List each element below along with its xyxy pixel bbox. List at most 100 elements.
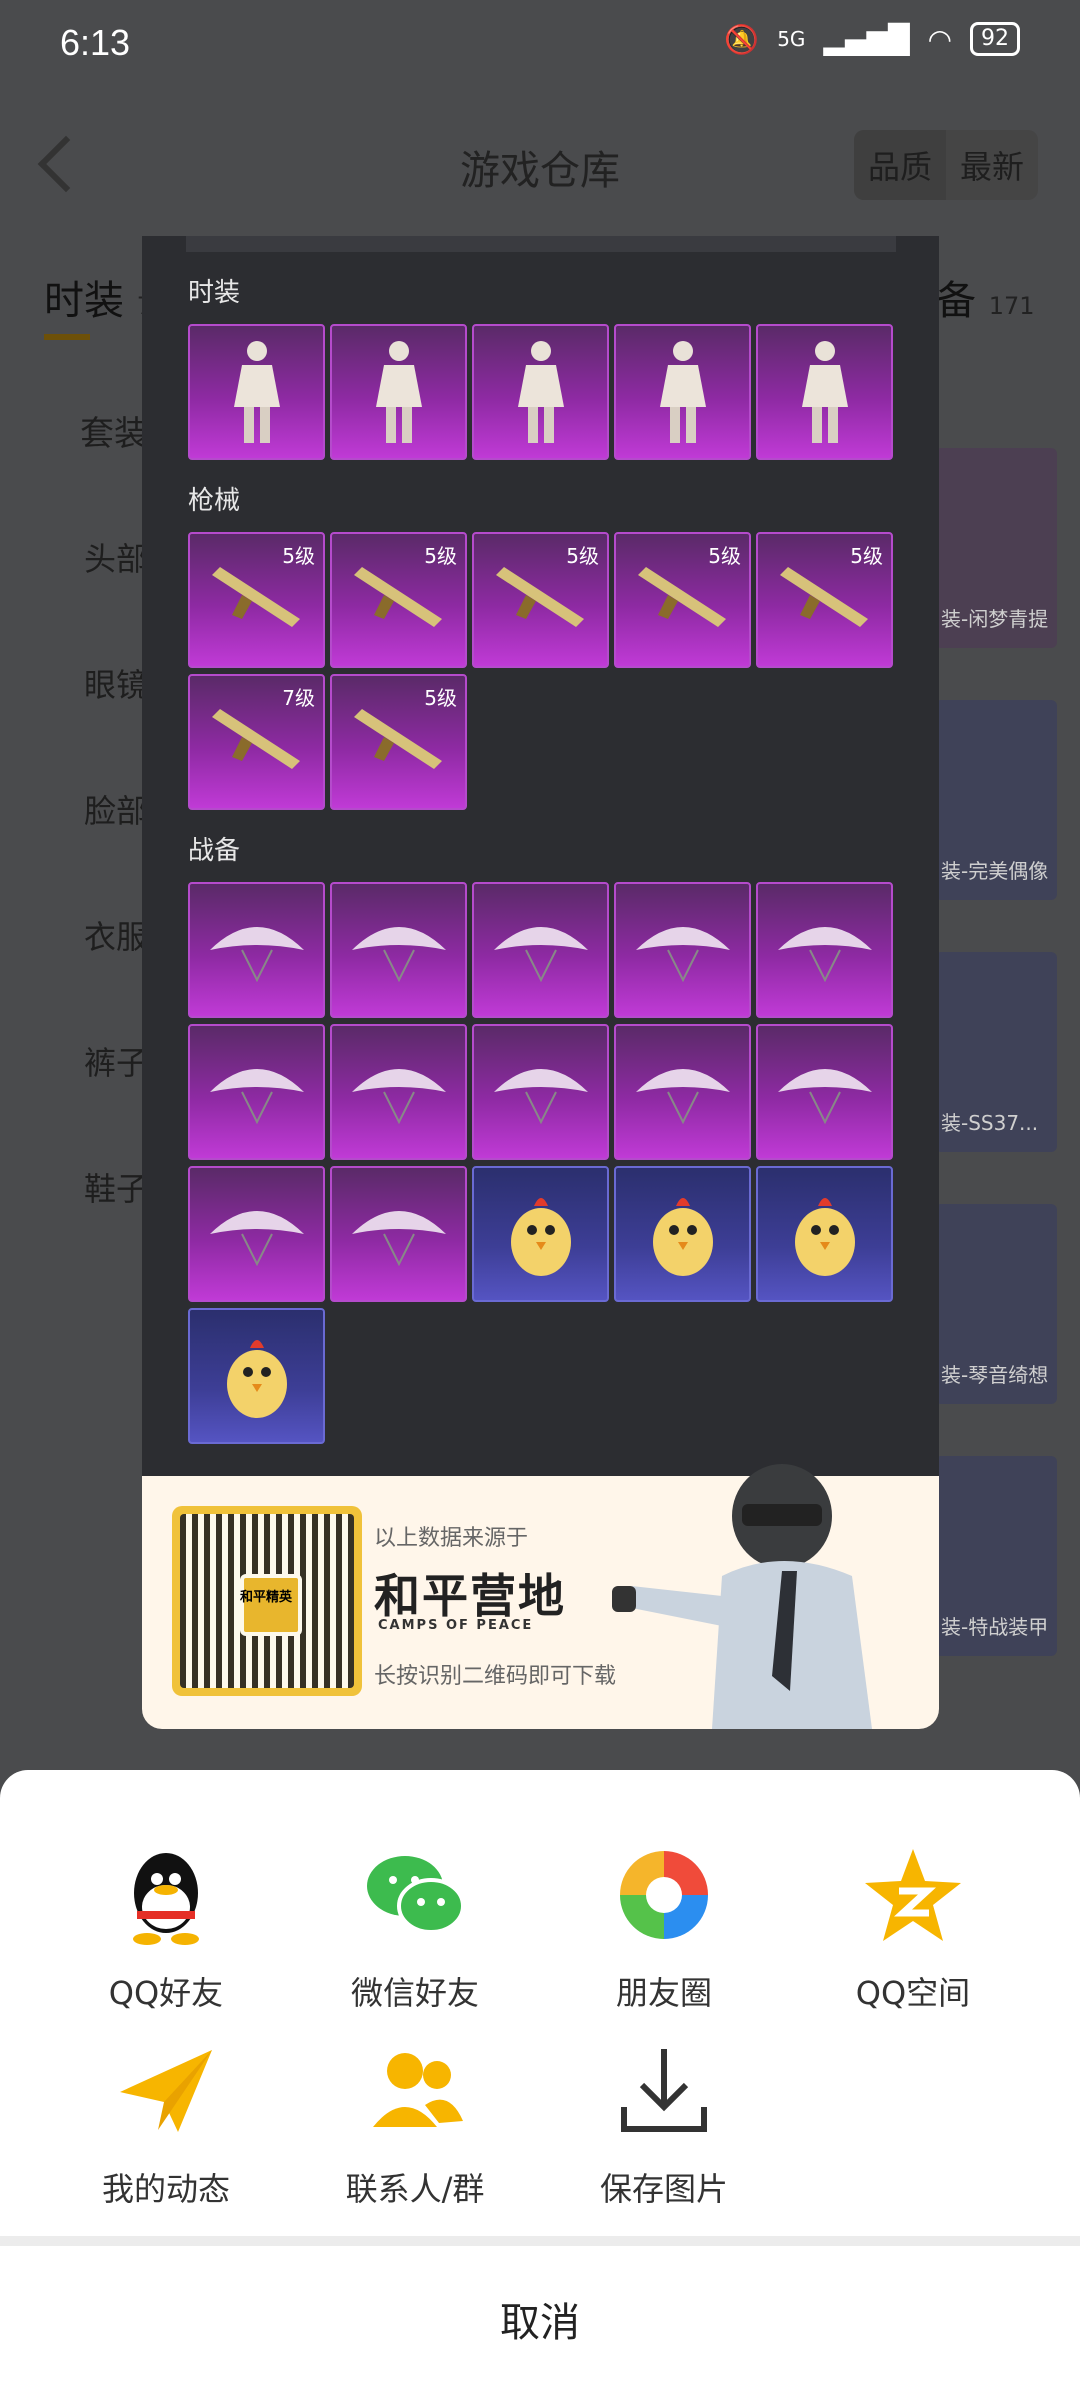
item-art: [616, 1026, 749, 1158]
moments-icon: [609, 1840, 719, 1950]
item-tile-pet-chicken-armor[interactable]: [472, 1166, 609, 1302]
share-wechat-friend[interactable]: 微信好友: [305, 1840, 525, 2014]
item-tile-pet-pink-chick[interactable]: [614, 1166, 751, 1302]
item-tile-white-dress-outfit[interactable]: [472, 324, 609, 460]
item-art: [190, 1310, 323, 1442]
section-title-fashion: 时装: [188, 278, 241, 308]
share-contacts[interactable]: 联系人/群: [305, 2036, 525, 2210]
soldier-illustration: [612, 1464, 872, 1729]
sort-toggle: 品质 最新: [853, 130, 1038, 200]
bg-suit-card[interactable]: 装-琴音绮想: [935, 1204, 1057, 1404]
item-art: [332, 1026, 465, 1158]
item-tile-rifle-orange[interactable]: 5级: [188, 532, 325, 668]
bg-suit-card-label: 装-完美偶像: [941, 859, 1049, 883]
download-icon: [609, 2036, 719, 2146]
item-tile-parachute-round-pink[interactable]: [614, 1024, 751, 1160]
bg-suit-card[interactable]: 装-特战装甲: [935, 1456, 1057, 1656]
item-tile-armor-outfit[interactable]: [330, 324, 467, 460]
item-art: [474, 1168, 607, 1300]
item-art: [474, 1026, 607, 1158]
item-art: [758, 1168, 891, 1300]
item-art: [474, 326, 607, 458]
wifi-icon: ◠: [927, 22, 952, 56]
cancel-button[interactable]: 取消: [0, 2290, 1080, 2348]
share-my-feed[interactable]: 我的动态: [56, 2036, 276, 2210]
sub-tab-suit[interactable]: 套装: [80, 406, 148, 455]
item-tile-parachute-candy[interactable]: [188, 1166, 325, 1302]
paper-plane-icon: [111, 2036, 221, 2146]
item-tile-rifle-lime[interactable]: 5级: [330, 532, 467, 668]
item-tile-rifle-white[interactable]: 5级: [330, 674, 467, 810]
status-icons: 🔕 5G ▂▄▆█ ◠ 92: [724, 22, 1020, 56]
item-tile-parachute-bow-pink[interactable]: [188, 1024, 325, 1160]
item-tile-parachute-colorful[interactable]: [472, 1024, 609, 1160]
item-tile-sniper-dark[interactable]: 5级: [614, 532, 751, 668]
sidebar-item-shoes[interactable]: 鞋子: [84, 1164, 148, 1210]
item-art: [190, 1168, 323, 1300]
item-level-badge: 5级: [424, 686, 457, 710]
banner-hint: 长按识别二维码即可下载: [374, 1664, 617, 1689]
item-tile-glider-black[interactable]: [756, 1024, 893, 1160]
item-level-badge: 5级: [282, 544, 315, 568]
wechat-icon: [360, 1840, 470, 1950]
item-art: [332, 326, 465, 458]
share-preview-card: 时装 枪械 战备 5级 5级 5级 5级 5级 7级 5级 和平精英 以上数据来源于 和平营…: [142, 236, 939, 1729]
qr-code[interactable]: 和平精英: [172, 1506, 362, 1696]
banner-brand: 和平营地: [374, 1569, 566, 1623]
share-moments-label: 朋友圈: [615, 1974, 712, 2012]
sort-quality-button[interactable]: 品质: [853, 130, 946, 200]
sidebar-item-head[interactable]: 头部: [84, 534, 148, 580]
sort-latest-button[interactable]: 最新: [946, 130, 1038, 200]
bg-suit-card[interactable]: 装-闲梦青提: [935, 448, 1057, 648]
bg-suit-card[interactable]: 装-SS37...: [935, 952, 1057, 1152]
bg-suit-card[interactable]: 装-完美偶像: [935, 700, 1057, 900]
sheet-divider: [0, 2236, 1080, 2246]
share-qq-friend-label: QQ好友: [108, 1974, 224, 2012]
tab-fashion[interactable]: 时装 7: [44, 268, 152, 326]
download-banner: 和平精英 以上数据来源于 和平营地 CAMPS OF PEACE 长按识别二维码…: [142, 1464, 939, 1729]
item-art: [616, 326, 749, 458]
save-image-label: 保存图片: [599, 2170, 728, 2208]
item-tile-twin-outfit[interactable]: [188, 324, 325, 460]
sidebar-item-pants[interactable]: 裤子: [84, 1038, 148, 1084]
item-art: [616, 884, 749, 1016]
banner-brand-sub: CAMPS OF PEACE: [378, 1618, 534, 1633]
qzone-icon: [858, 1840, 968, 1950]
item-tile-smg-gold[interactable]: 5级: [472, 532, 609, 668]
card-top-strip: [186, 236, 896, 252]
item-tile-pink-duo-outfit[interactable]: [756, 324, 893, 460]
item-tile-duo-cream-outfit[interactable]: [614, 324, 751, 460]
share-qzone[interactable]: QQ空间: [803, 1840, 1023, 2014]
sidebar-item-glasses[interactable]: 眼镜: [84, 660, 148, 706]
item-tile-parachute-round-blue[interactable]: [614, 882, 751, 1018]
item-level-badge: 7级: [282, 686, 315, 710]
item-art: [758, 1026, 891, 1158]
battery-indicator: 92: [970, 22, 1020, 56]
item-tile-parachute-wing-white[interactable]: [330, 1024, 467, 1160]
item-tile-sniper-white[interactable]: 5级: [756, 532, 893, 668]
network-label: 5G: [777, 27, 806, 51]
sidebar-item-face[interactable]: 脸部: [84, 786, 148, 832]
share-moments[interactable]: 朋友圈: [554, 1840, 774, 2014]
item-tile-parachute-red-black[interactable]: [188, 882, 325, 1018]
item-level-badge: 5级: [850, 544, 883, 568]
share-my-feed-label: 我的动态: [101, 2170, 230, 2208]
tab-fashion-label: 时装: [44, 278, 124, 324]
tab-gear-count: 171: [988, 292, 1035, 320]
status-bar: 6:13 🔕 5G ▂▄▆█ ◠ 92: [0, 0, 1080, 90]
item-tile-parachute-dark[interactable]: [472, 882, 609, 1018]
item-tile-parachute-pink[interactable]: [756, 882, 893, 1018]
share-qzone-label: QQ空间: [855, 1974, 971, 2012]
share-qq-friend[interactable]: QQ好友: [56, 1840, 276, 2014]
item-tile-parachute-zebra[interactable]: [330, 1166, 467, 1302]
sidebar-item-clothes[interactable]: 衣服: [84, 912, 148, 958]
app-header: 游戏仓库 品质 最新: [0, 100, 1080, 230]
item-tile-pet-chicken-helmet[interactable]: [188, 1308, 325, 1444]
item-tile-pet-yellow-chick[interactable]: [756, 1166, 893, 1302]
item-tile-parachute-blue-white[interactable]: [330, 882, 467, 1018]
mute-icon: 🔕: [724, 22, 760, 56]
bg-suit-card-label: 装-琴音绮想: [941, 1363, 1049, 1387]
save-image[interactable]: 保存图片: [554, 2036, 774, 2210]
item-art: [474, 884, 607, 1016]
item-tile-rifle-gold[interactable]: 7级: [188, 674, 325, 810]
